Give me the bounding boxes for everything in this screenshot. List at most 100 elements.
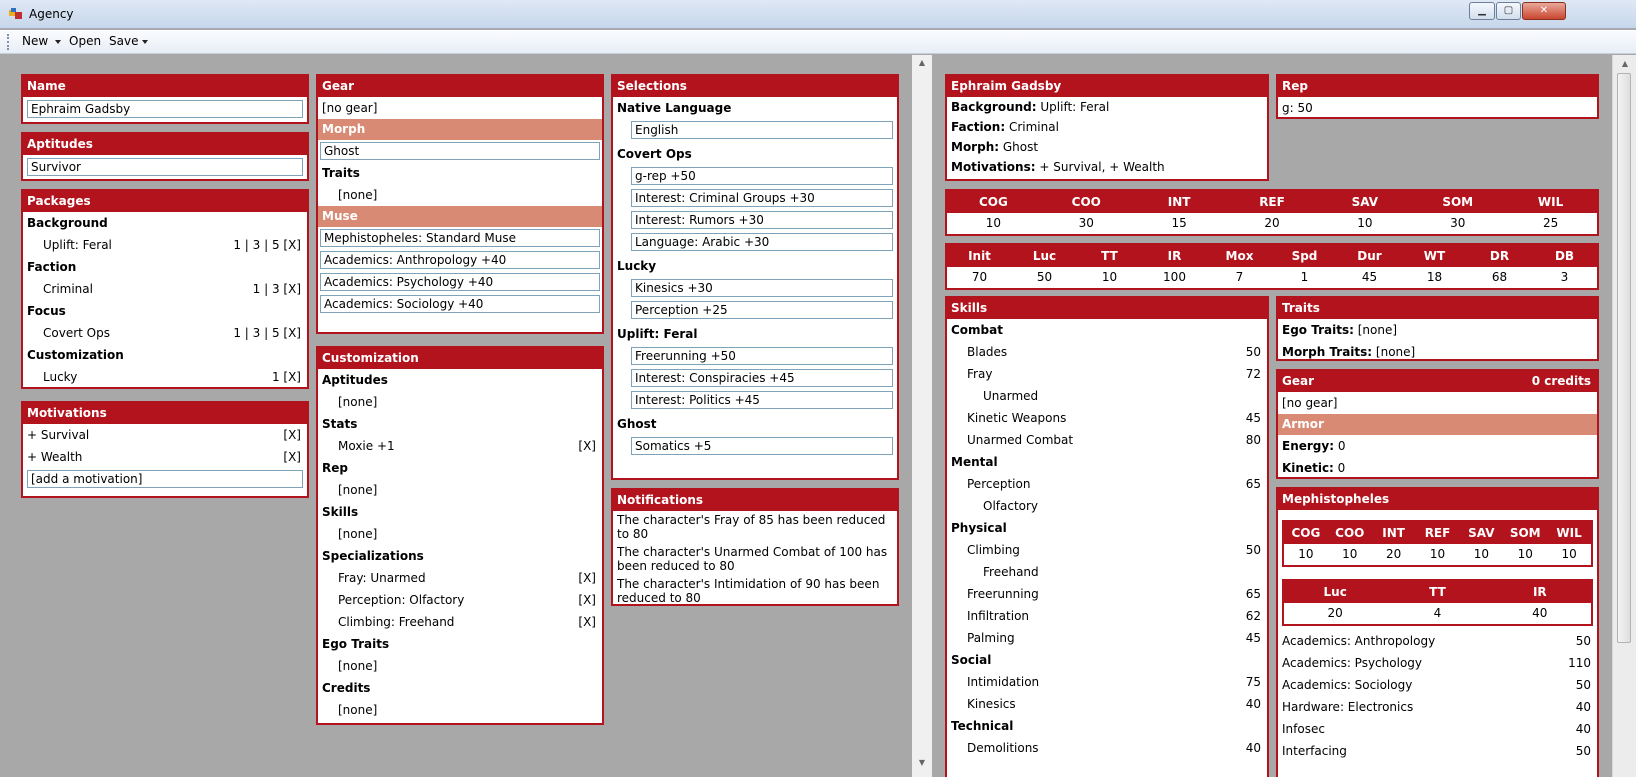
notification-item: The character's Unarmed Combat of 100 ha… [617, 545, 888, 573]
selection-input[interactable]: Perception +25 [631, 301, 893, 319]
close-icon[interactable]: ✕ [1522, 2, 1566, 20]
scroll-down-icon[interactable]: ▼ [916, 758, 928, 767]
scroll-up-icon[interactable]: ▲ [1619, 59, 1631, 68]
splitter[interactable]: ▲ ▼ [912, 55, 932, 777]
stat-label: Mox [1225, 249, 1254, 263]
morph-select[interactable]: Ghost [320, 142, 600, 160]
skills-list: Combat Blades 50 Fray 72 Unarmed Kinetic Weapo… [947, 319, 1267, 759]
selections-panel: Selections Native Language English Covert … [611, 74, 899, 480]
stat-label: SOM [1509, 526, 1541, 540]
package-levels[interactable]: 1 | 3 [X] [253, 278, 301, 300]
skill-row: Perception 65 [947, 473, 1267, 495]
selection-input[interactable]: Kinesics +30 [631, 279, 893, 297]
customization-item: Climbing: Freehand [X] [318, 611, 602, 633]
skill-value: 50 [1245, 345, 1261, 359]
no-gear-text[interactable]: [no gear] [318, 97, 602, 119]
selection-input[interactable]: Interest: Conspiracies +45 [631, 369, 893, 387]
stat-label: COG [1291, 526, 1321, 540]
skills-panel: Skills Combat Blades 50 Fray 72 Unarmed Kineti… [945, 296, 1269, 777]
remove-button[interactable]: [X] [578, 567, 596, 589]
skill-row: Freerunning 65 [947, 583, 1267, 605]
gear-summary-header: Gear 0 credits [1278, 371, 1597, 392]
stat-label: Init [968, 249, 991, 263]
customization-item-label: [none] [338, 527, 378, 541]
name-input[interactable]: Ephraim Gadsby [27, 100, 303, 118]
minimize-icon[interactable]: ▁ [1469, 2, 1495, 20]
muse-skill-input[interactable]: Academics: Sociology +40 [320, 295, 600, 313]
dropdown-arrow-icon[interactable] [142, 40, 148, 44]
add-motivation-input[interactable]: [add a motivation] [27, 470, 303, 488]
package-levels[interactable]: 1 | 3 | 5 [X] [233, 322, 301, 344]
right-scrollbar[interactable]: ▲ [1612, 55, 1636, 777]
kinetic-line: Kinetic: 0 [1282, 461, 1346, 475]
stat-value: 50 [1036, 270, 1053, 284]
summary-key: Faction: [951, 120, 1006, 134]
summary-line: Faction: Criminal [947, 117, 1267, 137]
selection-input[interactable]: Language: Arabic +30 [631, 233, 893, 251]
customization-section-label: Ego Traits [322, 637, 390, 651]
customization-item: [none] [318, 699, 602, 721]
selection-input[interactable]: Freerunning +50 [631, 347, 893, 365]
customization-item-label: Perception: Olfactory [338, 593, 465, 607]
customization-item: Fray: Unarmed [X] [318, 567, 602, 589]
remove-button[interactable]: [X] [283, 446, 301, 468]
stat-label: REF [1259, 195, 1285, 209]
stat-value: 10 [1357, 216, 1373, 230]
customization-item: [none] [318, 523, 602, 545]
scrollbar-thumb[interactable] [1617, 73, 1631, 643]
new-button[interactable]: New [22, 34, 48, 48]
selection-input[interactable]: English [631, 121, 893, 139]
remove-button[interactable]: [X] [578, 611, 596, 633]
selection-group-label: Native Language [617, 101, 732, 115]
package-name: Uplift: Feral [43, 238, 112, 252]
package-name: Covert Ops [43, 326, 110, 340]
muse-header: Mephistopheles [1278, 489, 1597, 510]
customization-item-label: [none] [338, 703, 378, 717]
remove-button[interactable]: [X] [578, 435, 596, 457]
muse-skill-label: Infosec [1282, 722, 1325, 736]
aptitude-stats-panel: COG COO INT REF SAV SOM WIL 10 30 15 20 10 30 25 [945, 189, 1599, 236]
muse-skill-row: Academics: Anthropology 50 [1278, 630, 1597, 652]
skill-label: Freehand [983, 565, 1039, 579]
selection-group-label: Uplift: Feral [617, 327, 698, 341]
skills-header: Skills [947, 298, 1267, 319]
package-levels[interactable]: 1 | 3 | 5 [X] [233, 234, 301, 256]
traits-panel: Traits Ego Traits: [none] Morph Traits: … [1276, 296, 1599, 361]
selection-input[interactable]: Interest: Rumors +30 [631, 211, 893, 229]
muse-skill-value: 110 [1568, 656, 1591, 670]
muse-skill-input[interactable]: Academics: Psychology +40 [320, 273, 600, 291]
summary-line: Morph: Ghost [947, 137, 1267, 157]
maximize-icon[interactable]: ▢ [1496, 2, 1521, 20]
stat-value: 10 [1561, 547, 1577, 561]
customization-item-label: Moxie +1 [338, 439, 395, 453]
customization-item-label: [none] [338, 395, 378, 409]
stat-label: WT [1423, 249, 1446, 263]
customization-item: Moxie +1 [X] [318, 435, 602, 457]
skill-label: Intimidation [967, 675, 1040, 689]
muse-skill-row: Academics: Psychology 110 [1278, 652, 1597, 674]
package-group-label: Customization [27, 348, 124, 362]
remove-button[interactable]: [X] [578, 589, 596, 611]
scroll-up-icon[interactable]: ▲ [916, 58, 928, 67]
remove-button[interactable]: [X] [283, 424, 301, 446]
skill-category: Physical [947, 517, 1267, 539]
package-group-label: Faction [27, 260, 77, 274]
selection-input[interactable]: Interest: Criminal Groups +30 [631, 189, 893, 207]
armor-subheader: Armor [1278, 414, 1597, 435]
skill-value: 72 [1245, 367, 1261, 381]
open-button[interactable]: Open [69, 34, 101, 48]
selection-input[interactable]: Somatics +5 [631, 437, 893, 455]
save-button[interactable]: Save [109, 34, 138, 48]
summary-line: Background: Uplift: Feral [947, 97, 1267, 117]
customization-header: Customization [318, 348, 602, 369]
dropdown-arrow-icon[interactable] [55, 40, 61, 44]
muse-select[interactable]: Mephistopheles: Standard Muse [320, 229, 600, 247]
skill-label: Technical [951, 719, 1014, 733]
selection-input[interactable]: Interest: Politics +45 [631, 391, 893, 409]
muse-skill-input[interactable]: Academics: Anthropology +40 [320, 251, 600, 269]
selection-input[interactable]: g-rep +50 [631, 167, 893, 185]
aptitudes-input[interactable]: Survivor [27, 158, 303, 176]
package-name: Criminal [43, 282, 93, 296]
muse-skill-label: Academics: Sociology [1282, 678, 1413, 692]
package-levels[interactable]: 1 [X] [272, 366, 301, 388]
